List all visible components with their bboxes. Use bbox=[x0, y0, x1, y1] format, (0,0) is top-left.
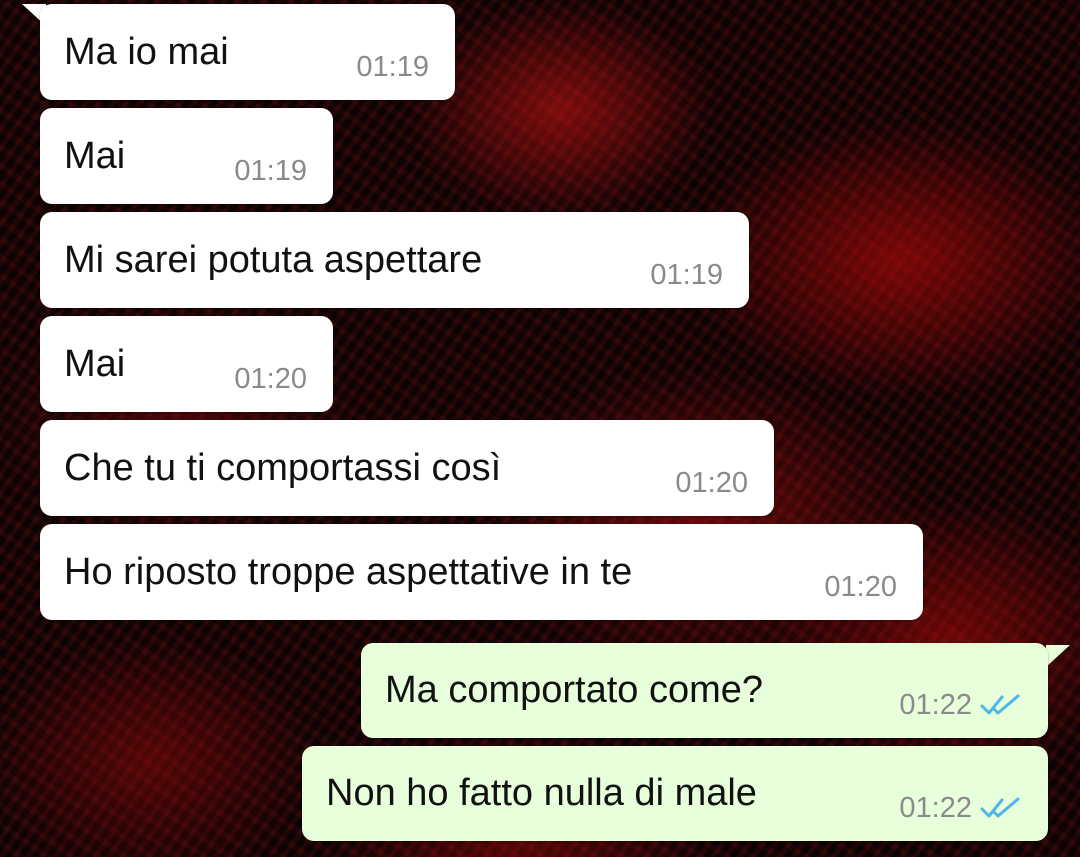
message-meta: 01:22 bbox=[899, 791, 1022, 825]
message-time: 01:19 bbox=[356, 51, 429, 83]
message-meta: 01:22 bbox=[899, 688, 1022, 722]
message-bubble-incoming[interactable]: Ma io mai 01:19 bbox=[40, 4, 455, 100]
message-bubble-incoming[interactable]: Mi sarei potuta aspettare 01:19 bbox=[40, 212, 749, 308]
message-text: Ho riposto troppe aspettative in te bbox=[64, 551, 633, 593]
double-check-read-icon bbox=[980, 694, 1020, 715]
message-time: 01:22 bbox=[899, 689, 972, 721]
message-text: Mi sarei potuta aspettare bbox=[64, 239, 483, 281]
message-time: 01:20 bbox=[824, 571, 897, 603]
message-time: 01:22 bbox=[899, 792, 972, 824]
message-text: Ma io mai bbox=[64, 31, 229, 73]
message-text: Mai bbox=[64, 343, 126, 385]
message-bubble-outgoing[interactable]: Ma comportato come? 01:22 bbox=[361, 643, 1048, 738]
message-bubble-incoming[interactable]: Che tu ti comportassi così 01:20 bbox=[40, 420, 774, 516]
outgoing-bubble-tail bbox=[1046, 645, 1070, 667]
message-meta: 01:19 bbox=[650, 258, 723, 292]
message-bubble-incoming[interactable]: Mai 01:19 bbox=[40, 108, 333, 204]
message-text: Ma comportato come? bbox=[385, 669, 764, 711]
message-time: 01:20 bbox=[675, 467, 748, 499]
message-meta: 01:20 bbox=[234, 362, 307, 396]
message-time: 01:19 bbox=[234, 155, 307, 187]
message-text: Che tu ti comportassi così bbox=[64, 447, 502, 489]
message-bubble-incoming[interactable]: Mai 01:20 bbox=[40, 316, 333, 412]
message-bubble-incoming[interactable]: Ho riposto troppe aspettative in te 01:2… bbox=[40, 524, 923, 620]
double-check-read-icon bbox=[980, 797, 1020, 818]
message-bubble-outgoing[interactable]: Non ho fatto nulla di male 01:22 bbox=[302, 746, 1048, 841]
message-meta: 01:20 bbox=[675, 466, 748, 500]
message-meta: 01:19 bbox=[234, 154, 307, 188]
message-text: Non ho fatto nulla di male bbox=[326, 772, 757, 814]
message-text: Mai bbox=[64, 135, 126, 177]
message-meta: 01:19 bbox=[356, 50, 429, 84]
message-meta: 01:20 bbox=[824, 570, 897, 604]
message-time: 01:19 bbox=[650, 259, 723, 291]
message-time: 01:20 bbox=[234, 363, 307, 395]
message-list[interactable]: Ma io mai 01:19 Mai 01:19 Mi sarei potut… bbox=[0, 0, 1080, 857]
